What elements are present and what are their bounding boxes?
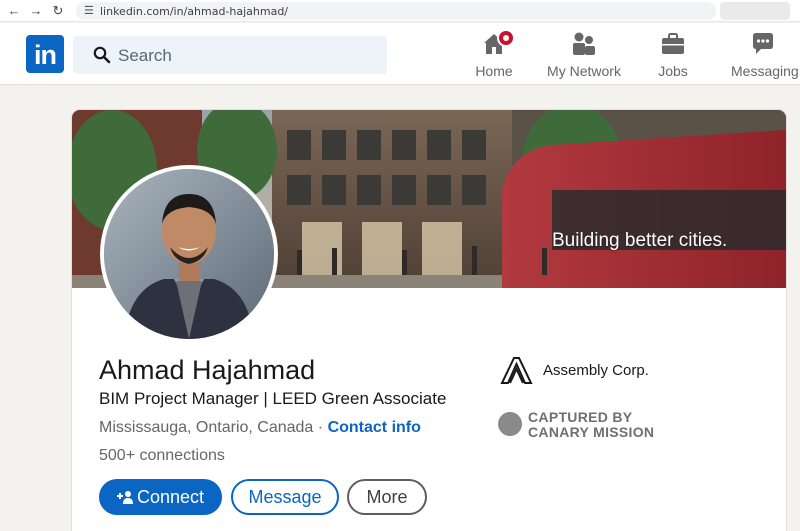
search-icon [93, 46, 111, 64]
profile-location: Mississauga, Ontario, Canada [99, 419, 314, 436]
linkedin-header: in Search Home My Network Jobs Messaging [0, 23, 800, 85]
watermark-line-2: CANARY MISSION [528, 424, 655, 440]
browser-toolbar: ← → ↻ ☰ linkedin.com/in/ahmad-hajahmad/ [0, 0, 800, 22]
address-bar[interactable]: ☰ linkedin.com/in/ahmad-hajahmad/ [76, 2, 716, 20]
url-text: linkedin.com/in/ahmad-hajahmad/ [100, 5, 289, 18]
assembly-corp-logo [500, 357, 533, 384]
notification-badge [497, 29, 515, 47]
add-person-icon [116, 491, 133, 504]
connections-count[interactable]: 500+ connections [99, 447, 225, 465]
profile-headline: BIM Project Manager | LEED Green Associa… [99, 389, 447, 408]
nav-label: Messaging [731, 63, 799, 79]
nav-label: Home [475, 63, 513, 79]
site-settings-icon[interactable]: ☰ [84, 4, 94, 17]
bird-icon [498, 412, 522, 436]
search-placeholder: Search [118, 46, 172, 65]
back-icon[interactable]: ← [6, 3, 22, 19]
banner-tagline: Building better cities. [552, 230, 728, 251]
contact-info-link[interactable]: Contact info [328, 419, 421, 436]
nav-label: My Network [547, 63, 621, 79]
nav-home[interactable]: Home [474, 29, 515, 79]
profile-location-row: Mississauga, Ontario, Canada · Contact i… [99, 419, 421, 437]
more-button[interactable]: More [347, 479, 427, 515]
linkedin-logo[interactable]: in [26, 35, 64, 73]
nav-my-network[interactable]: My Network [547, 31, 621, 79]
connect-label: Connect [136, 487, 205, 507]
person-photo [104, 169, 274, 339]
profile-name: Ahmad Hajahmad [99, 355, 316, 385]
nav-messaging[interactable]: Messaging [731, 31, 799, 79]
briefcase-icon [660, 31, 686, 57]
company-name: Assembly Corp. [543, 362, 649, 379]
reload-icon[interactable]: ↻ [50, 3, 66, 19]
chat-icon [750, 31, 776, 57]
connect-button[interactable]: Connect [99, 479, 222, 515]
home-icon [481, 29, 515, 57]
watermark-line-1: CAPTURED BY [528, 409, 633, 425]
nav-jobs[interactable]: Jobs [655, 31, 691, 79]
profile-photo[interactable] [100, 165, 278, 343]
search-input[interactable]: Search [73, 36, 387, 74]
nav-label: Jobs [658, 63, 688, 79]
forward-icon[interactable]: → [28, 3, 44, 19]
message-button[interactable]: Message [231, 479, 339, 515]
separator-dot: · [317, 419, 324, 436]
people-icon [571, 31, 597, 57]
browser-extension-area [720, 2, 790, 20]
watermark-text: CAPTURED BY CANARY MISSION [528, 410, 654, 440]
